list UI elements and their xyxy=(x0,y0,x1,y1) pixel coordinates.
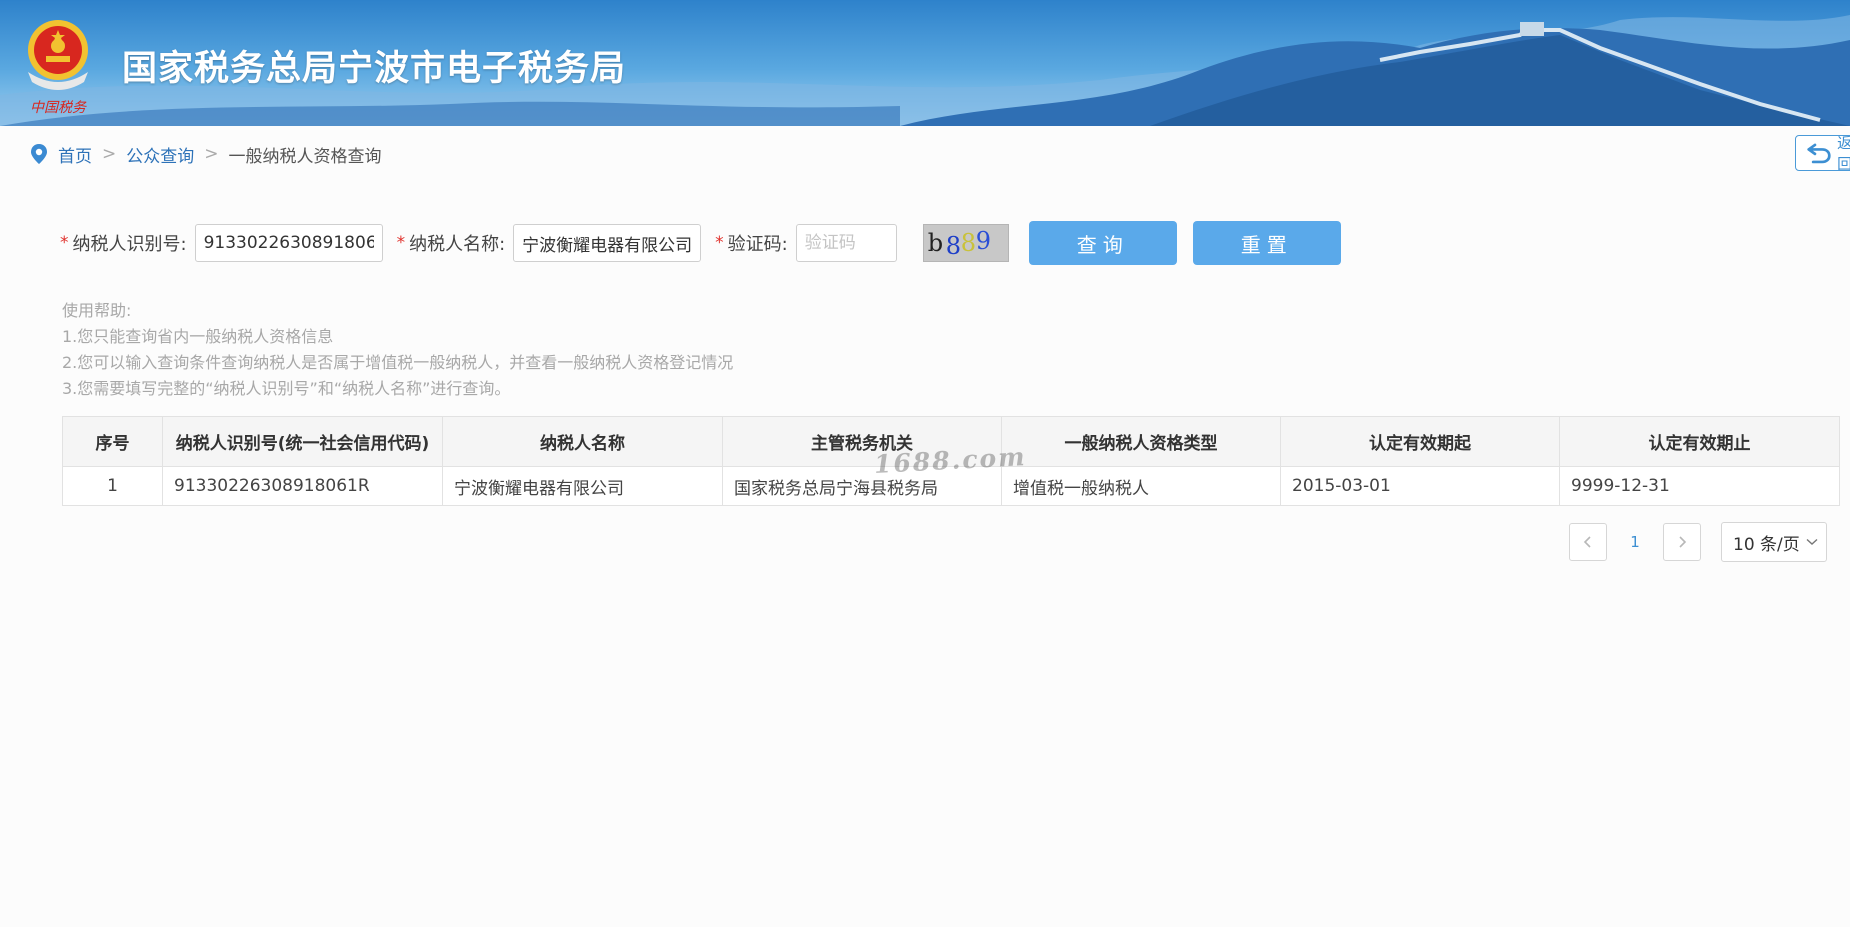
page-size-value: 10 条/页 xyxy=(1733,534,1800,555)
taxpayer-id-label: 纳税人识别号: xyxy=(72,234,187,255)
return-arrow-icon xyxy=(1807,143,1831,164)
back-button[interactable]: 返回 xyxy=(1795,135,1850,171)
cell-valid-to: 9999-12-31 xyxy=(1559,466,1840,506)
help-title: 使用帮助: xyxy=(62,301,132,320)
help-line: 1.您只能查询省内一般纳税人资格信息 xyxy=(62,327,334,346)
column-header-valid-to: 认定有效期止 xyxy=(1559,416,1840,467)
column-header-taxpayer-name: 纳税人名称 xyxy=(442,416,723,467)
page-size-select[interactable]: 10 条/页 xyxy=(1721,522,1827,562)
breadcrumb-current-page: 一般纳税人资格查询 xyxy=(228,146,382,167)
help-line: 2.您可以输入查询条件查询纳税人是否属于增值税一般纳税人，并查看一般纳税人资格登… xyxy=(62,353,734,372)
chevron-right-icon xyxy=(1679,536,1687,548)
captcha-label: 验证码: xyxy=(727,234,788,255)
required-mark: * xyxy=(715,233,724,253)
header-banner: 中国税务 国家税务总局宁波市电子税务局 xyxy=(0,0,1850,126)
required-mark: * xyxy=(396,233,406,253)
page-number-current[interactable]: 1 xyxy=(1607,533,1663,551)
captcha-image[interactable]: b 8 8 9 xyxy=(922,224,1009,262)
taxpayer-name-label: 纳税人名称: xyxy=(409,234,506,255)
help-line: 3.您需要填写完整的“纳税人识别号”和“纳税人名称”进行查询。 xyxy=(62,379,511,398)
taxpayer-name-input[interactable] xyxy=(513,224,702,262)
tax-emblem-icon: 中国税务 xyxy=(28,20,88,116)
cell-valid-from: 2015-03-01 xyxy=(1280,466,1560,506)
pagination: 1 10 条/页 xyxy=(1569,522,1827,562)
breadcrumb-separator: > xyxy=(204,144,219,164)
breadcrumb-public-query-link[interactable]: 公众查询 xyxy=(126,142,194,167)
column-header-index: 序号 xyxy=(62,416,163,467)
location-pin-icon xyxy=(31,144,47,164)
chevron-left-icon xyxy=(1583,536,1591,548)
chevron-down-icon xyxy=(1806,538,1818,545)
captcha-char: 9 xyxy=(975,227,992,255)
captcha-char: b xyxy=(927,229,944,257)
captcha-input[interactable] xyxy=(795,224,897,262)
site-title: 国家税务总局宁波市电子税务局 xyxy=(122,49,627,89)
query-form: * 纳税人识别号: * 纳税人名称: * 验证码: b 8 8 9 查询 重置 xyxy=(60,220,1341,266)
column-header-qualification-type: 一般纳税人资格类型 xyxy=(1001,416,1281,467)
reset-button[interactable]: 重置 xyxy=(1192,221,1341,265)
emblem-caption: 中国税务 xyxy=(30,100,87,116)
column-header-valid-from: 认定有效期起 xyxy=(1280,416,1560,467)
captcha-char: 8 xyxy=(960,229,977,257)
taxpayer-id-input[interactable] xyxy=(194,224,383,262)
breadcrumb-separator: > xyxy=(102,144,117,164)
cell-index: 1 xyxy=(62,466,163,506)
back-button-label: 返回 xyxy=(1837,136,1850,170)
cell-taxpayer-id: 91330226308918061R xyxy=(162,466,443,506)
required-mark: * xyxy=(60,233,69,253)
column-header-taxpayer-id: 纳税人识别号(统一社会信用代码) xyxy=(162,416,443,467)
cell-qualification-type: 增值税一般纳税人 xyxy=(1001,466,1281,506)
usage-help: 使用帮助: 1.您只能查询省内一般纳税人资格信息 2.您可以输入查询条件查询纳税… xyxy=(62,298,733,402)
query-button[interactable]: 查询 xyxy=(1028,221,1177,265)
prev-page-button[interactable] xyxy=(1569,523,1607,561)
cell-taxpayer-name: 宁波衡耀电器有限公司 xyxy=(442,466,723,506)
breadcrumb: 首页 > 公众查询 > 一般纳税人资格查询 xyxy=(30,140,382,168)
captcha-char: 8 xyxy=(945,232,962,260)
next-page-button[interactable] xyxy=(1663,523,1701,561)
breadcrumb-home-link[interactable]: 首页 xyxy=(58,142,92,167)
